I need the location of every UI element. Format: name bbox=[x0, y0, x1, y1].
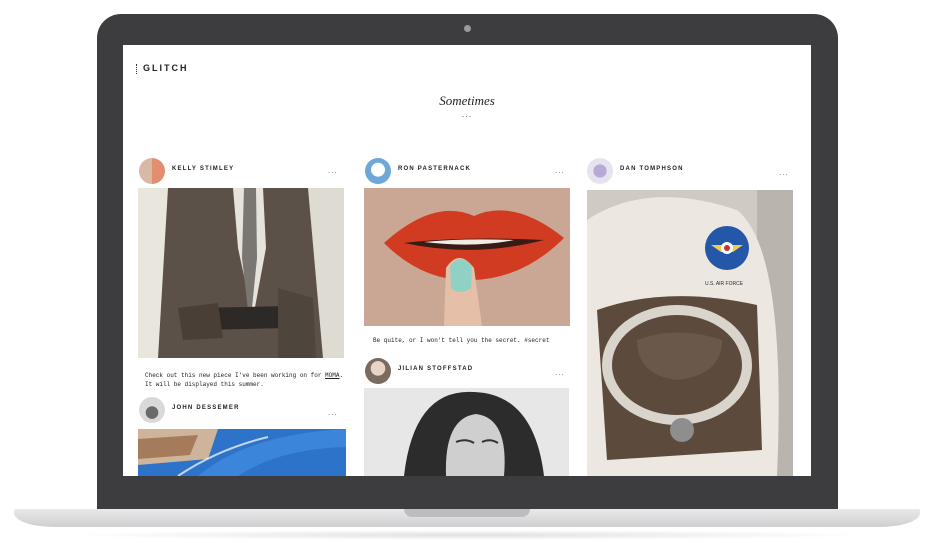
lips-illustration bbox=[364, 188, 570, 326]
more-dots-icon[interactable]: ... bbox=[328, 408, 338, 417]
portrait-illustration bbox=[364, 388, 569, 476]
post-header-jilian: JILIAN STOFFSTAD ... bbox=[365, 358, 571, 384]
post-header-dan: DAN TOMPHSON ... bbox=[587, 158, 793, 184]
post-photo-suit[interactable] bbox=[138, 188, 344, 358]
laptop-notch bbox=[404, 509, 530, 517]
logo-text: GLITCH bbox=[143, 63, 189, 73]
more-dots-icon[interactable]: ... bbox=[555, 368, 565, 377]
post-photo-pilot[interactable]: U.S. AIR FORCE bbox=[587, 190, 793, 476]
pilot-illustration: U.S. AIR FORCE bbox=[587, 190, 793, 476]
author-name[interactable]: RON PASTERNACK bbox=[398, 166, 471, 172]
suit-illustration bbox=[138, 188, 344, 358]
avatar[interactable] bbox=[365, 158, 391, 184]
post-caption-ron: Be quite, or I won't tell you the secret… bbox=[373, 337, 550, 344]
more-dots-icon[interactable]: ... bbox=[555, 166, 565, 175]
site-logo[interactable]: GLITCH bbox=[137, 63, 189, 73]
post-header-kelly: KELLY STIMLEY ... bbox=[139, 158, 345, 184]
avatar[interactable] bbox=[139, 397, 165, 423]
ocean-illustration bbox=[138, 429, 346, 476]
author-name[interactable]: KELLY STIMLEY bbox=[172, 166, 234, 172]
post-photo-portrait[interactable] bbox=[364, 388, 569, 476]
avatar[interactable] bbox=[139, 158, 165, 184]
post-header-john: JOHN DESSEMER ... bbox=[139, 397, 345, 423]
author-name[interactable]: DAN TOMPHSON bbox=[620, 166, 684, 172]
avatar[interactable] bbox=[587, 158, 613, 184]
avatar[interactable] bbox=[365, 358, 391, 384]
author-name[interactable]: JILIAN STOFFSTAD bbox=[398, 366, 473, 372]
post-photo-lips[interactable] bbox=[364, 188, 570, 326]
post-caption-kelly: Check out this new piece I've been worki… bbox=[145, 372, 344, 388]
more-dots-icon[interactable]: ... bbox=[328, 166, 338, 175]
title-ornament: ... bbox=[461, 109, 473, 119]
page-title: Sometimes bbox=[439, 93, 495, 108]
author-name[interactable]: JOHN DESSEMER bbox=[172, 405, 240, 411]
laptop-shadow bbox=[60, 530, 876, 540]
caption-link[interactable]: MOMA bbox=[325, 372, 339, 379]
camera-icon bbox=[464, 25, 471, 32]
post-photo-ocean[interactable] bbox=[138, 429, 346, 476]
more-dots-icon[interactable]: ... bbox=[779, 168, 789, 177]
post-header-ron: RON PASTERNACK ... bbox=[365, 158, 571, 184]
svg-text:U.S. AIR FORCE: U.S. AIR FORCE bbox=[705, 281, 744, 287]
app-screen: GLITCH Sometimes ... KELLY STIMLEY ... C… bbox=[123, 45, 811, 476]
